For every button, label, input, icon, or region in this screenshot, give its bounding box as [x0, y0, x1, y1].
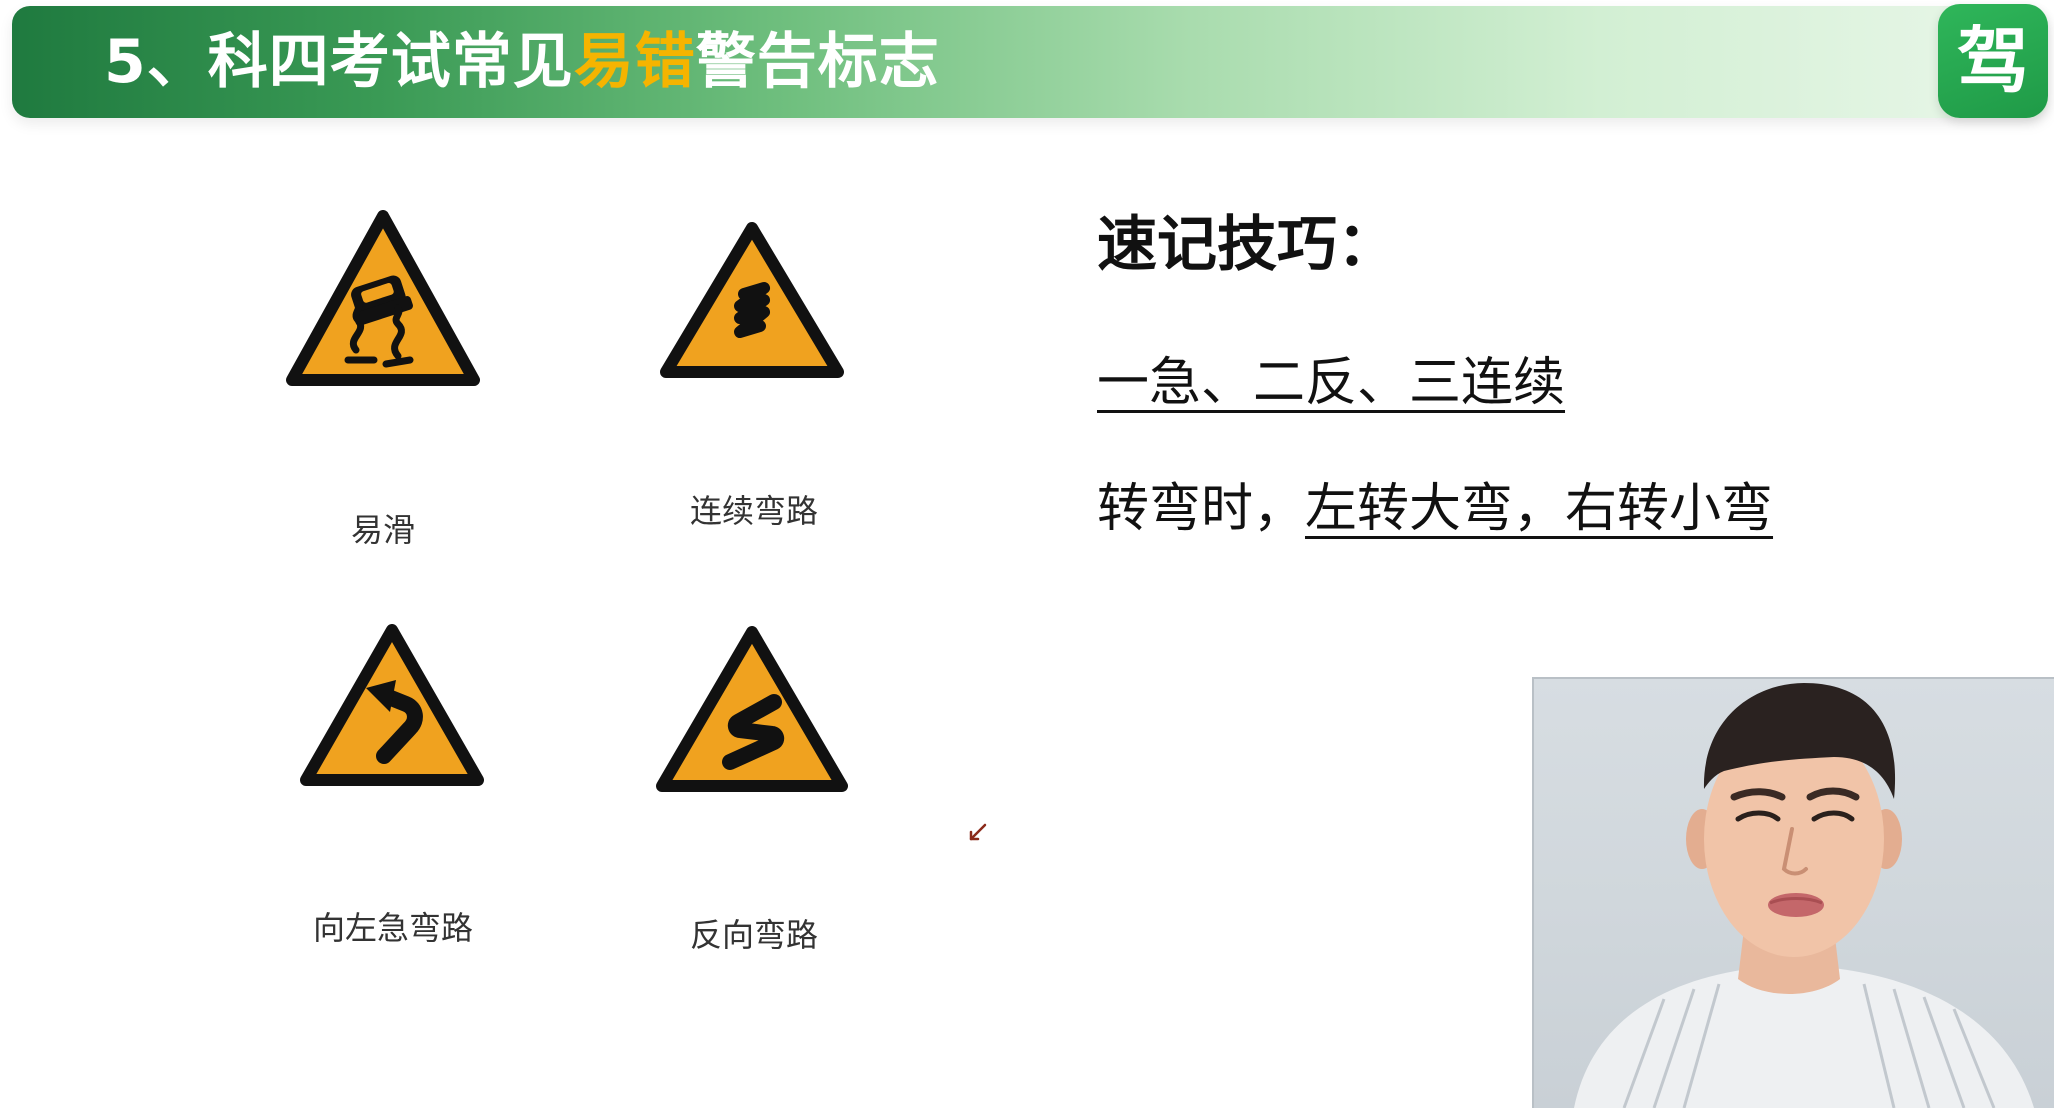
sign-label: 易滑 [350, 511, 416, 549]
app-logo: 驾 [1938, 4, 2048, 118]
slippery-road-sign [286, 210, 480, 386]
tips-heading: 速记技巧： [1097, 210, 1397, 280]
turn-rule-text: 左转大弯，右转小弯 [1305, 479, 1774, 539]
title-banner: 5、科四考试常见易错警告标志 [12, 6, 2048, 118]
turn-prefix: 转弯时， [1097, 479, 1306, 539]
continuous-curves-sign [660, 222, 844, 378]
sign-label: 反向弯路 [689, 916, 819, 954]
slippery-road-icon [286, 210, 480, 386]
tips-turn-rule: 转弯时，左转大弯，右转小弯 [1097, 466, 1773, 541]
reverse-curve-sign [656, 626, 848, 792]
sign-label: 连续弯路 [689, 492, 819, 530]
continuous-curves-icon [660, 222, 844, 378]
reverse-curve-icon [656, 626, 848, 792]
title-highlight: 易错 [573, 27, 696, 97]
title-prefix: 5、科四考试常见 [104, 27, 574, 97]
sign-label: 向左急弯路 [312, 909, 474, 947]
page-title: 5、科四考试常见易错警告标志 [104, 24, 940, 100]
presenter-avatar [1574, 683, 2034, 1108]
pen-cursor-icon [968, 820, 990, 846]
mnemonic-text: 一急、二反、三连续 [1097, 353, 1566, 413]
sharp-left-curve-sign [300, 624, 484, 786]
webcam-video [1532, 677, 2054, 1108]
tips-mnemonic: 一急、二反、三连续 [1097, 340, 1565, 415]
sharp-left-curve-icon [300, 624, 484, 786]
title-suffix: 警告标志 [695, 27, 940, 97]
